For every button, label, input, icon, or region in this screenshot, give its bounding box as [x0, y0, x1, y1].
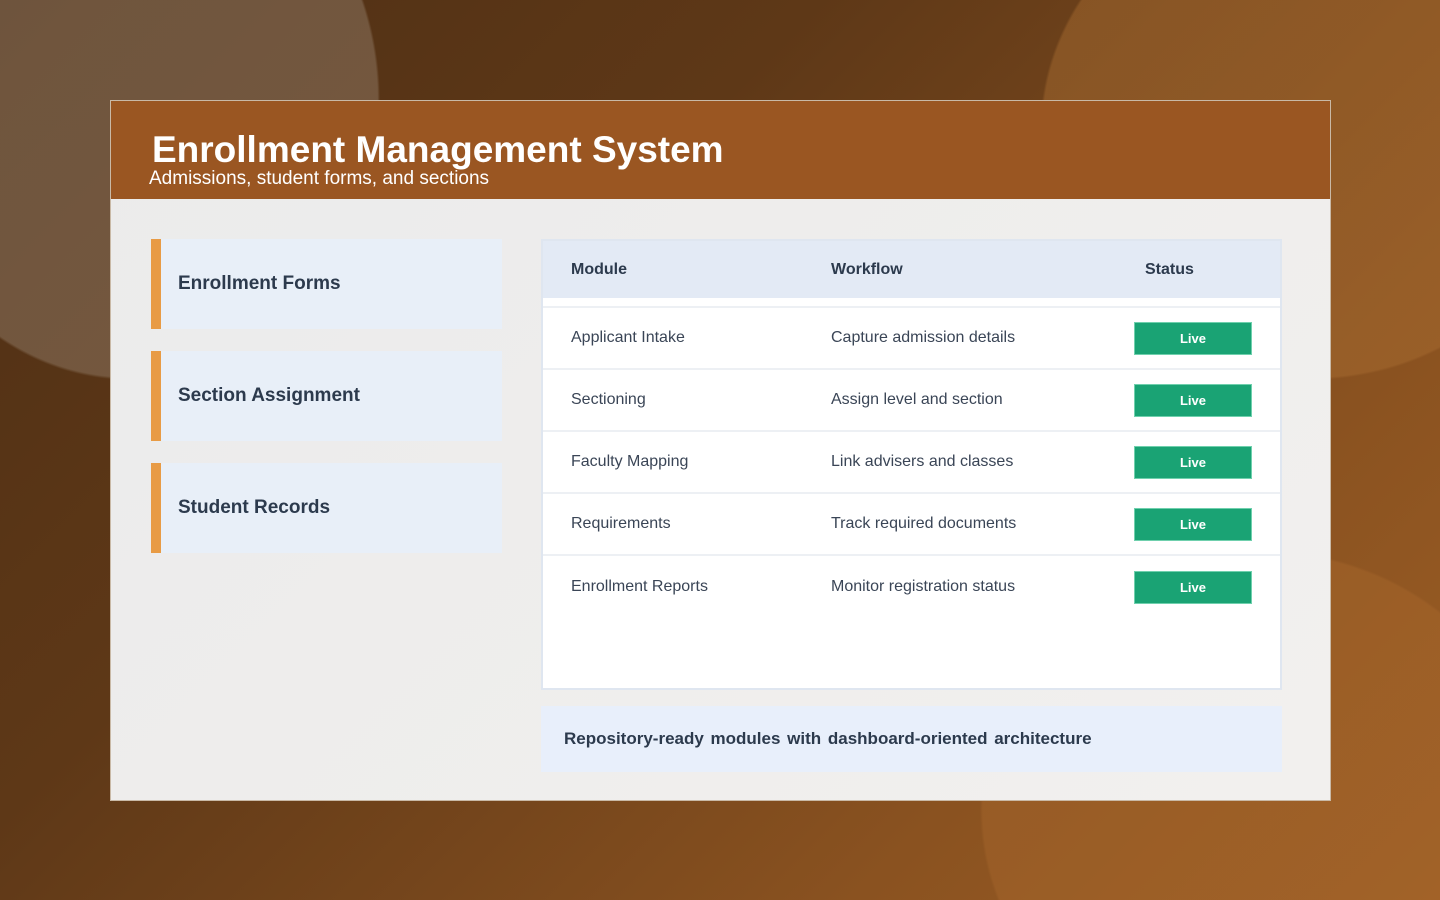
table-row: Sectioning Assign level and section Live	[543, 370, 1280, 432]
status-badge: Live	[1134, 570, 1252, 604]
table-row: Faculty Mapping Link advisers and classe…	[543, 432, 1280, 494]
module-cell: Requirements	[571, 515, 671, 532]
sidebar-item-enrollment-forms[interactable]: Enrollment Forms	[151, 239, 502, 329]
sidebar-item-section-assignment[interactable]: Section Assignment	[151, 351, 502, 441]
status-badge: Live	[1134, 321, 1252, 355]
workflow-cell: Link advisers and classes	[831, 453, 1014, 470]
module-cell: Enrollment Reports	[571, 578, 708, 595]
header-spacer	[543, 298, 1280, 308]
table-row: Requirements Track required documents Li…	[543, 494, 1280, 556]
main-card: Enrollment Management System Admissions,…	[110, 100, 1331, 801]
sidebar-item-student-records[interactable]: Student Records	[151, 463, 502, 553]
column-header-module: Module	[571, 260, 627, 278]
module-cell: Sectioning	[571, 391, 646, 408]
footer-note: Repository-ready modules with dashboard-…	[541, 706, 1282, 772]
workflow-cell: Assign level and section	[831, 391, 1003, 408]
column-header-workflow: Workflow	[831, 260, 903, 278]
header-banner: Enrollment Management System Admissions,…	[111, 101, 1330, 199]
page-title: Enrollment Management System	[152, 129, 724, 170]
page-subtitle: Admissions, student forms, and sections	[149, 168, 490, 189]
status-badge: Live	[1134, 445, 1252, 479]
column-header-status: Status	[1145, 260, 1194, 278]
workflow-cell: Monitor registration status	[831, 578, 1016, 595]
table-row: Enrollment Reports Monitor registration …	[543, 556, 1280, 618]
modules-table: Module Workflow Status Applicant Intake …	[541, 239, 1282, 690]
status-badge: Live	[1134, 383, 1252, 417]
module-cell: Applicant Intake	[571, 329, 685, 346]
module-cell: Faculty Mapping	[571, 453, 689, 470]
workflow-cell: Capture admission details	[831, 329, 1016, 346]
status-badge: Live	[1134, 507, 1252, 541]
workflow-cell: Track required documents	[831, 515, 1017, 532]
table-header: Module Workflow Status	[543, 241, 1280, 298]
table-row: Applicant Intake Capture admission detai…	[543, 308, 1280, 370]
